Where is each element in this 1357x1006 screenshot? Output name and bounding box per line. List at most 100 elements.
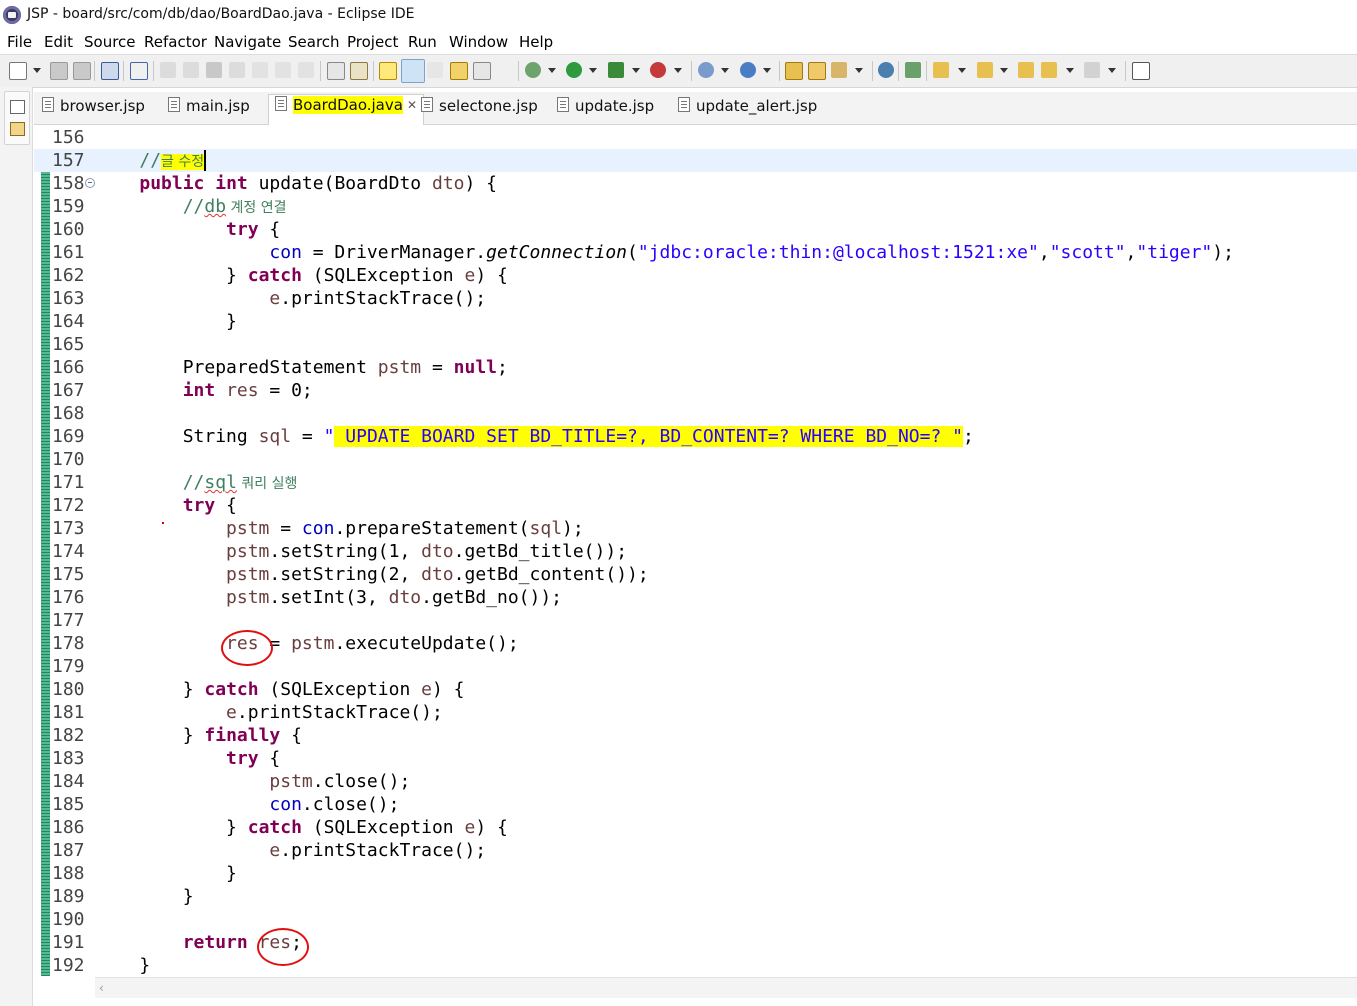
tab-browser-jsp[interactable]: browser.jsp <box>42 96 145 123</box>
previous-annotation-dropdown-icon[interactable] <box>1000 68 1008 73</box>
open-type-icon[interactable] <box>785 62 803 80</box>
code-token: .printStackTrace(); <box>280 840 487 861</box>
menu-help[interactable]: Help <box>519 33 553 51</box>
tab-update-alert-jsp[interactable]: update_alert.jsp <box>678 96 817 123</box>
toggle-mark-occurrences-icon[interactable] <box>379 62 397 80</box>
run-icon[interactable] <box>566 62 582 78</box>
tab-boarddao-java[interactable]: BoardDao.java ✕ <box>268 94 424 125</box>
code-text: con.close(); <box>96 793 399 816</box>
tab-main-jsp[interactable]: main.jsp <box>168 96 250 123</box>
drop-to-frame-icon[interactable] <box>350 62 368 80</box>
horizontal-scrollbar[interactable]: ‹ <box>95 977 1357 998</box>
forward-icon[interactable] <box>1084 62 1100 78</box>
keyword-token: finally <box>204 725 281 746</box>
code-token: ; <box>963 426 974 447</box>
toolbar-separator <box>518 61 519 81</box>
code-text: e.printStackTrace(); <box>96 287 486 310</box>
debug-dropdown-icon[interactable] <box>548 68 556 73</box>
open-perspective-icon[interactable] <box>905 62 921 78</box>
code-text: //sql 쿼리 실행 <box>96 471 298 496</box>
line-number: 191 <box>52 932 85 953</box>
previous-annotation-icon[interactable] <box>977 62 993 78</box>
package-explorer-icon[interactable] <box>10 122 25 136</box>
open-task-icon[interactable] <box>473 62 491 80</box>
tab-selectone-jsp[interactable]: selectone.jsp <box>421 96 538 123</box>
line-number: 160 <box>52 219 85 240</box>
new-java-class-dropdown-icon[interactable] <box>763 68 771 73</box>
line-number: 165 <box>52 334 85 355</box>
menu-search[interactable]: Search <box>288 33 340 51</box>
menu-refactor[interactable]: Refactor <box>144 33 207 51</box>
new-dropdown-icon[interactable] <box>33 68 41 73</box>
debug-icon[interactable] <box>525 62 541 78</box>
line-number: 189 <box>52 886 85 907</box>
step-into-icon[interactable] <box>252 62 268 78</box>
left-trim-stack <box>0 87 33 1006</box>
disconnect-icon[interactable] <box>229 62 245 78</box>
save-icon[interactable] <box>50 62 68 80</box>
code-text: } finally { <box>96 724 302 747</box>
tab-update-jsp[interactable]: update.jsp <box>557 96 654 123</box>
code-token: ) { <box>475 817 508 838</box>
code-text: int res = 0; <box>96 379 313 402</box>
show-whitespace-icon[interactable] <box>450 62 468 80</box>
terminate-icon[interactable] <box>206 62 222 78</box>
code-token: = DriverManager. <box>301 242 487 263</box>
terminal-icon[interactable] <box>101 62 119 80</box>
menu-source[interactable]: Source <box>84 33 136 51</box>
back-icon[interactable] <box>1041 62 1057 78</box>
skip-breakpoints-icon[interactable] <box>130 62 148 80</box>
close-icon[interactable]: ✕ <box>407 98 417 112</box>
line-number: 180 <box>52 679 85 700</box>
run-server-icon[interactable] <box>698 62 714 78</box>
step-over-icon[interactable] <box>275 62 291 78</box>
line-number: 156 <box>52 127 85 148</box>
coverage-icon[interactable] <box>608 62 624 78</box>
use-step-filters-icon[interactable] <box>327 62 345 80</box>
menu-run[interactable]: Run <box>408 33 437 51</box>
coverage-dropdown-icon[interactable] <box>632 68 640 73</box>
code-line-176: 176 pstm.setInt(3, dto.getBd_no()); <box>34 586 1357 609</box>
code-token: ) { <box>475 265 508 286</box>
run-dropdown-icon[interactable] <box>589 68 597 73</box>
restore-icon[interactable] <box>10 100 25 114</box>
run-server-dropdown-icon[interactable] <box>721 68 729 73</box>
next-annotation-icon[interactable] <box>933 62 949 78</box>
scroll-left-icon[interactable]: ‹ <box>99 981 104 995</box>
last-edit-location-icon[interactable] <box>1018 62 1034 78</box>
variable-token: pstm <box>226 541 270 562</box>
new-icon[interactable] <box>9 62 27 80</box>
open-folder-icon[interactable] <box>808 62 826 80</box>
menu-project[interactable]: Project <box>347 33 398 51</box>
external-tools-icon[interactable] <box>650 62 666 78</box>
forward-dropdown-icon[interactable] <box>1108 68 1116 73</box>
code-text: PreparedStatement pstm = null; <box>96 356 508 379</box>
step-return-icon[interactable] <box>298 62 314 78</box>
menu-edit[interactable]: Edit <box>44 33 73 51</box>
code-line-163: 163 e.printStackTrace(); <box>34 287 1357 310</box>
toggle-highlight-icon[interactable] <box>401 59 425 83</box>
menu-navigate[interactable]: Navigate <box>214 33 281 51</box>
paragraph-icon[interactable] <box>496 62 512 78</box>
code-text: e.printStackTrace(); <box>96 839 486 862</box>
code-token: .getBd_content()); <box>453 564 649 585</box>
save-all-icon[interactable] <box>73 62 91 80</box>
menu-file[interactable]: File <box>7 33 32 51</box>
resume-icon[interactable] <box>160 62 176 78</box>
next-annotation-dropdown-icon[interactable] <box>958 68 966 73</box>
code-line-173: 173 pstm = con.prepareStatement(sql); <box>34 517 1357 540</box>
external-tools-dropdown-icon[interactable] <box>674 68 682 73</box>
new-java-class-icon[interactable] <box>740 62 756 78</box>
code-text: } <box>96 885 194 908</box>
search-dropdown-icon[interactable] <box>855 68 863 73</box>
back-dropdown-icon[interactable] <box>1066 68 1074 73</box>
maximize-icon[interactable] <box>1132 62 1150 80</box>
search-icon[interactable] <box>831 62 847 78</box>
globe-icon[interactable] <box>878 62 894 78</box>
suspend-icon[interactable] <box>183 62 199 78</box>
code-editor[interactable]: 156 157 //글 수정 158 public int update(Boa… <box>34 125 1357 1006</box>
toggle-block-selection-icon[interactable] <box>427 62 443 78</box>
menu-window[interactable]: Window <box>449 33 508 51</box>
line-number: 181 <box>52 702 85 723</box>
fold-collapse-icon[interactable] <box>85 178 95 188</box>
